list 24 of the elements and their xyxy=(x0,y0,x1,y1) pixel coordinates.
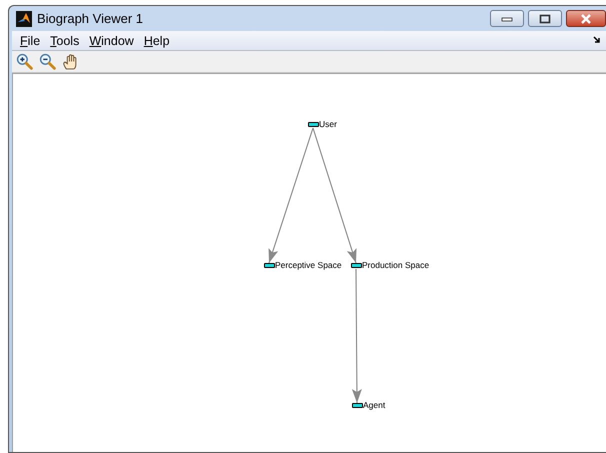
close-button[interactable] xyxy=(566,10,606,27)
zoom-in-icon[interactable] xyxy=(16,53,33,70)
window-title: Biograph Viewer 1 xyxy=(37,11,143,26)
node-marker[interactable] xyxy=(351,262,362,268)
node-label: Agent xyxy=(363,400,386,410)
node-label: User xyxy=(319,119,337,129)
dock-arrow-icon[interactable] xyxy=(593,36,601,44)
maximize-icon xyxy=(539,14,551,24)
menu-item[interactable]: File xyxy=(15,34,46,48)
node-marker[interactable] xyxy=(264,262,275,268)
menu-item[interactable]: Tools xyxy=(45,34,84,48)
menu-item[interactable]: Help xyxy=(138,34,175,48)
menu-item[interactable]: Window xyxy=(84,34,139,48)
node-label: Perceptive Space xyxy=(275,260,342,270)
close-icon xyxy=(579,14,593,24)
zoom-out-icon[interactable] xyxy=(39,53,56,70)
minimize-button[interactable] xyxy=(490,10,524,27)
minimize-icon xyxy=(501,16,513,22)
app-logo-icon xyxy=(16,10,32,26)
maximize-button[interactable] xyxy=(528,10,562,27)
node-label: Production Space xyxy=(362,260,430,270)
hand-icon[interactable] xyxy=(62,53,79,70)
node-marker[interactable] xyxy=(308,122,319,126)
node-marker[interactable] xyxy=(352,402,363,408)
